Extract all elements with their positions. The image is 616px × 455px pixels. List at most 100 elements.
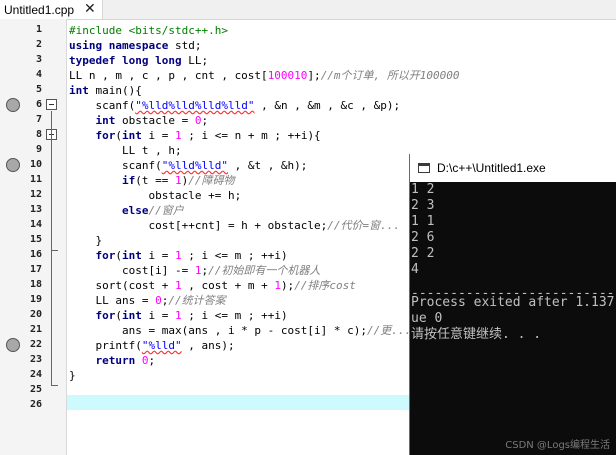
gutter-row: 1 xyxy=(0,23,66,38)
code-text: LL ans = xyxy=(69,294,156,307)
code-text: (t == xyxy=(135,174,175,187)
breakpoint-marker[interactable] xyxy=(6,98,20,112)
comment: //初始即有一个机器人 xyxy=(208,264,321,277)
code-text: ; i <= m ; ++i) xyxy=(181,309,288,322)
gutter-row: 12 xyxy=(0,188,66,203)
line-number: 13 xyxy=(29,204,42,215)
gutter-row: 7 xyxy=(0,113,66,128)
comment: //窗户 xyxy=(148,204,184,217)
line-number: 1 xyxy=(35,24,42,35)
line-number: 24 xyxy=(29,369,42,380)
string-literal: "%lld" xyxy=(141,339,182,352)
line-number: 21 xyxy=(29,324,42,335)
console-line: 2 2 xyxy=(411,246,435,261)
code-line-17: cost[i] -= 1;//初始即有一个机器人 xyxy=(69,263,320,278)
line-number-gutter[interactable]: 1 2 3 4 5 6 7 8 9 10 11 12 13 14 15 16 1… xyxy=(0,19,67,455)
line-number: 4 xyxy=(35,69,42,80)
line-number: 15 xyxy=(29,234,42,245)
console-output[interactable]: 1 2 2 3 1 1 2 6 2 2 4 ------------------… xyxy=(411,182,616,455)
code-text: ; i <= m ; ++i) xyxy=(181,249,288,262)
console-line: 4 xyxy=(411,262,419,277)
console-line: 2 3 xyxy=(411,198,435,213)
console-line: 2 6 xyxy=(411,230,435,245)
watermark: CSDN @Logs编程生活 xyxy=(505,440,610,451)
code-text: i = xyxy=(141,249,175,262)
breakpoint-marker[interactable] xyxy=(6,158,20,172)
code-text: } xyxy=(69,369,76,382)
code-line-14: cost[++cnt] = h + obstacle;//代价=窗... xyxy=(69,218,400,233)
code-text: ); xyxy=(280,279,295,292)
keyword: int xyxy=(69,84,89,97)
keyword: int xyxy=(121,309,142,322)
gutter-row: 19 xyxy=(0,293,66,308)
code-line-22: printf("%lld" , ans); xyxy=(69,338,235,353)
gutter-row: 18 xyxy=(0,278,66,293)
code-text: scanf( xyxy=(69,99,136,112)
fold-toggle[interactable] xyxy=(46,99,57,110)
code-text: LL; xyxy=(181,54,209,67)
tab-untitled1-cpp[interactable]: Untitled1.cpp ✕ xyxy=(0,0,103,19)
editor-tab-bar: Untitled1.cpp ✕ xyxy=(0,0,616,20)
code-line-2: using namespace std; xyxy=(69,38,201,53)
line-number: 8 xyxy=(35,129,42,140)
gutter-row: 10 xyxy=(0,158,66,173)
keyword: int xyxy=(69,114,116,127)
keyword: for xyxy=(69,129,116,142)
line-number: 14 xyxy=(29,219,42,230)
code-line-4: LL n , m , c , p , cnt , cost[100010];//… xyxy=(69,68,460,83)
line-number: 25 xyxy=(29,384,42,395)
code-text: obstacle += h; xyxy=(69,189,242,202)
code-line-13: else//窗户 xyxy=(69,203,184,218)
number-literal: 1 xyxy=(174,249,182,262)
code-line-15: } xyxy=(69,233,102,248)
gutter-row: 9 xyxy=(0,143,66,158)
code-line-21: ans = max(ans , i * p - cost[i] * c);//更… xyxy=(69,323,411,338)
gutter-row: 11 xyxy=(0,173,66,188)
line-number: 11 xyxy=(29,174,42,185)
number-literal: 1 xyxy=(174,309,182,322)
number-literal: 1 xyxy=(174,174,182,187)
code-text: i = xyxy=(141,309,175,322)
console-title-bar[interactable]: D:\c++\Untitled1.exe xyxy=(410,154,616,182)
keyword: for xyxy=(69,309,116,322)
code-text: ; xyxy=(148,354,156,367)
gutter-row: 17 xyxy=(0,263,66,278)
number-literal: 1 xyxy=(174,129,182,142)
console-line: 1 2 xyxy=(411,182,435,197)
line-number: 10 xyxy=(29,159,42,170)
code-text: , cost + m + xyxy=(181,279,275,292)
tab-label: Untitled1.cpp xyxy=(4,2,75,17)
console-window[interactable]: D:\c++\Untitled1.exe 1 2 2 3 1 1 2 6 2 2… xyxy=(409,154,616,455)
code-text: ]; xyxy=(307,69,321,82)
number-literal: 0 xyxy=(155,294,162,307)
gutter-row: 13 xyxy=(0,203,66,218)
code-line-20: for(int i = 1 ; i <= m ; ++i) xyxy=(69,308,288,323)
console-line: ue 0 xyxy=(411,311,443,326)
code-line-12: obstacle += h; xyxy=(69,188,241,203)
code-text: , ans); xyxy=(181,339,235,352)
gutter-row: 15 xyxy=(0,233,66,248)
code-line-23: return 0; xyxy=(69,353,155,368)
keyword: for xyxy=(69,249,116,262)
number-literal: 1 xyxy=(174,279,182,292)
close-icon[interactable]: ✕ xyxy=(84,0,96,19)
gutter-row: 26 xyxy=(0,398,66,413)
comment: //障碍物 xyxy=(188,174,235,187)
code-text: } xyxy=(69,234,103,247)
fold-guide-end xyxy=(51,250,58,251)
code-line-3: typedef long long LL; xyxy=(69,53,208,68)
code-text: , &t , &h); xyxy=(227,159,308,172)
code-line-18: sort(cost + 1 , cost + m + 1);//排序cost xyxy=(69,278,355,293)
code-line-7: int obstacle = 0; xyxy=(69,113,208,128)
breakpoint-marker[interactable] xyxy=(6,338,20,352)
code-text: std; xyxy=(168,39,202,52)
gutter-row: 23 xyxy=(0,353,66,368)
number-literal: 100010 xyxy=(267,69,308,82)
code-line-6: scanf("%lld%lld%lld%lld" , &n , &m , &c … xyxy=(69,98,400,113)
code-text: ; xyxy=(201,114,209,127)
string-literal: "%lld%lld%lld%lld" xyxy=(135,99,255,112)
console-line: Process exited after 1.137 xyxy=(411,295,615,310)
keyword: return xyxy=(69,354,136,367)
line-number: 6 xyxy=(35,99,42,110)
